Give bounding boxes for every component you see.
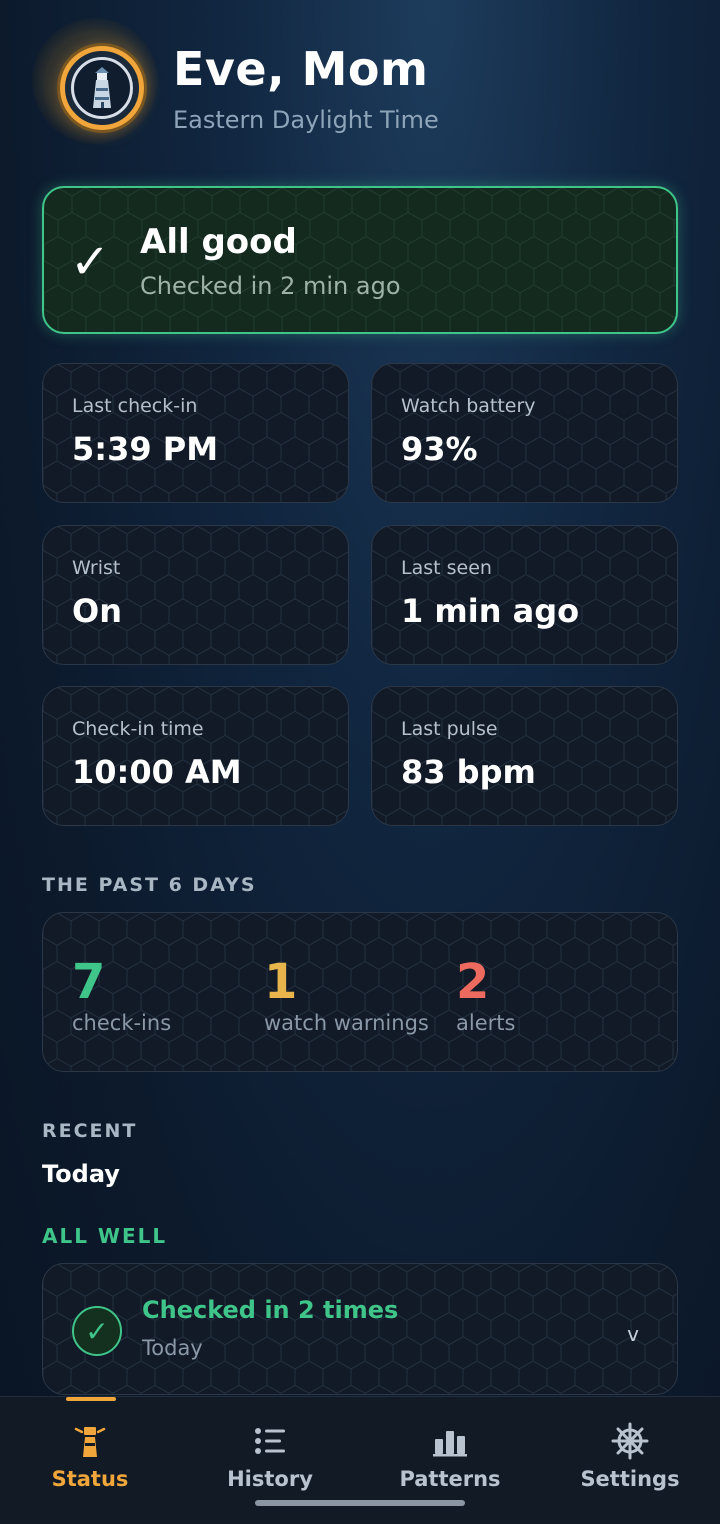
tab-label: Status <box>51 1467 129 1491</box>
lighthouse-icon <box>71 57 133 119</box>
metric-value: On <box>72 592 122 630</box>
active-tab-indicator <box>66 1397 116 1401</box>
summary-caption: check-ins <box>72 1011 172 1035</box>
status-subtitle: Checked in 2 min ago <box>140 272 401 300</box>
metric-label: Last check-in <box>72 395 198 417</box>
summary-heading: THE PAST 6 DAYS <box>42 874 257 896</box>
status-card[interactable]: ✓ All good Checked in 2 min ago <box>42 186 678 334</box>
summary-value: 1 <box>264 954 298 1010</box>
checkmark-icon: ✓ <box>70 234 111 290</box>
summary-watch-warnings: 1 watch warnings <box>264 953 429 1035</box>
list-icon <box>180 1421 360 1461</box>
helm-icon <box>540 1421 720 1461</box>
avatar[interactable] <box>60 46 144 130</box>
metric-wrist: Wrist On <box>42 525 349 665</box>
summary-alerts: 2 alerts <box>456 953 515 1035</box>
all-well-label: ALL WELL <box>42 1224 168 1248</box>
tab-label: History <box>227 1467 313 1491</box>
metric-label: Check-in time <box>72 718 204 740</box>
summary-value: 7 <box>72 954 106 1010</box>
metric-value: 10:00 AM <box>72 753 242 791</box>
summary-caption: watch warnings <box>264 1011 429 1035</box>
metric-value: 1 min ago <box>401 592 580 630</box>
metric-watch-battery: Watch battery 93% <box>371 363 678 503</box>
profile-header: Eve, Mom Eastern Daylight Time <box>32 18 688 158</box>
check-circle-icon: ✓ <box>72 1306 122 1356</box>
metric-label: Wrist <box>72 557 121 579</box>
metric-value: 5:39 PM <box>72 430 219 468</box>
summary-check-ins: 7 check-ins <box>72 953 171 1035</box>
status-title: All good <box>140 222 297 262</box>
metric-value: 83 bpm <box>401 753 536 791</box>
recent-entry-subtitle: Today <box>142 1336 203 1360</box>
metric-label: Last seen <box>401 557 492 579</box>
home-indicator <box>255 1500 465 1506</box>
lighthouse-icon <box>0 1421 180 1461</box>
metric-last-check-in: Last check-in 5:39 PM <box>42 363 349 503</box>
metric-value: 93% <box>401 430 478 468</box>
recent-entry-title: Checked in 2 times <box>142 1296 399 1324</box>
summary-caption: alerts <box>456 1011 516 1035</box>
metric-check-in-time: Check-in time 10:00 AM <box>42 686 349 826</box>
tab-label: Patterns <box>399 1467 501 1491</box>
timezone-label: Eastern Daylight Time <box>173 106 439 134</box>
recent-entry[interactable]: ✓ Checked in 2 times Today v <box>42 1263 678 1395</box>
summary-value: 2 <box>456 954 490 1010</box>
tab-settings[interactable]: Settings <box>540 1397 720 1524</box>
tab-status[interactable]: Status <box>0 1397 180 1524</box>
chevron-down-icon[interactable]: v <box>627 1322 639 1346</box>
metric-label: Watch battery <box>401 395 536 417</box>
recent-heading: RECENT <box>42 1120 138 1142</box>
recent-day-label: Today <box>42 1160 120 1188</box>
metric-last-pulse: Last pulse 83 bpm <box>371 686 678 826</box>
metric-last-seen: Last seen 1 min ago <box>371 525 678 665</box>
contact-name: Eve, Mom <box>173 42 429 96</box>
summary-card: 7 check-ins 1 watch warnings 2 alerts <box>42 912 678 1072</box>
tab-label: Settings <box>580 1467 680 1491</box>
metric-label: Last pulse <box>401 718 498 740</box>
bar-chart-icon <box>360 1421 540 1461</box>
